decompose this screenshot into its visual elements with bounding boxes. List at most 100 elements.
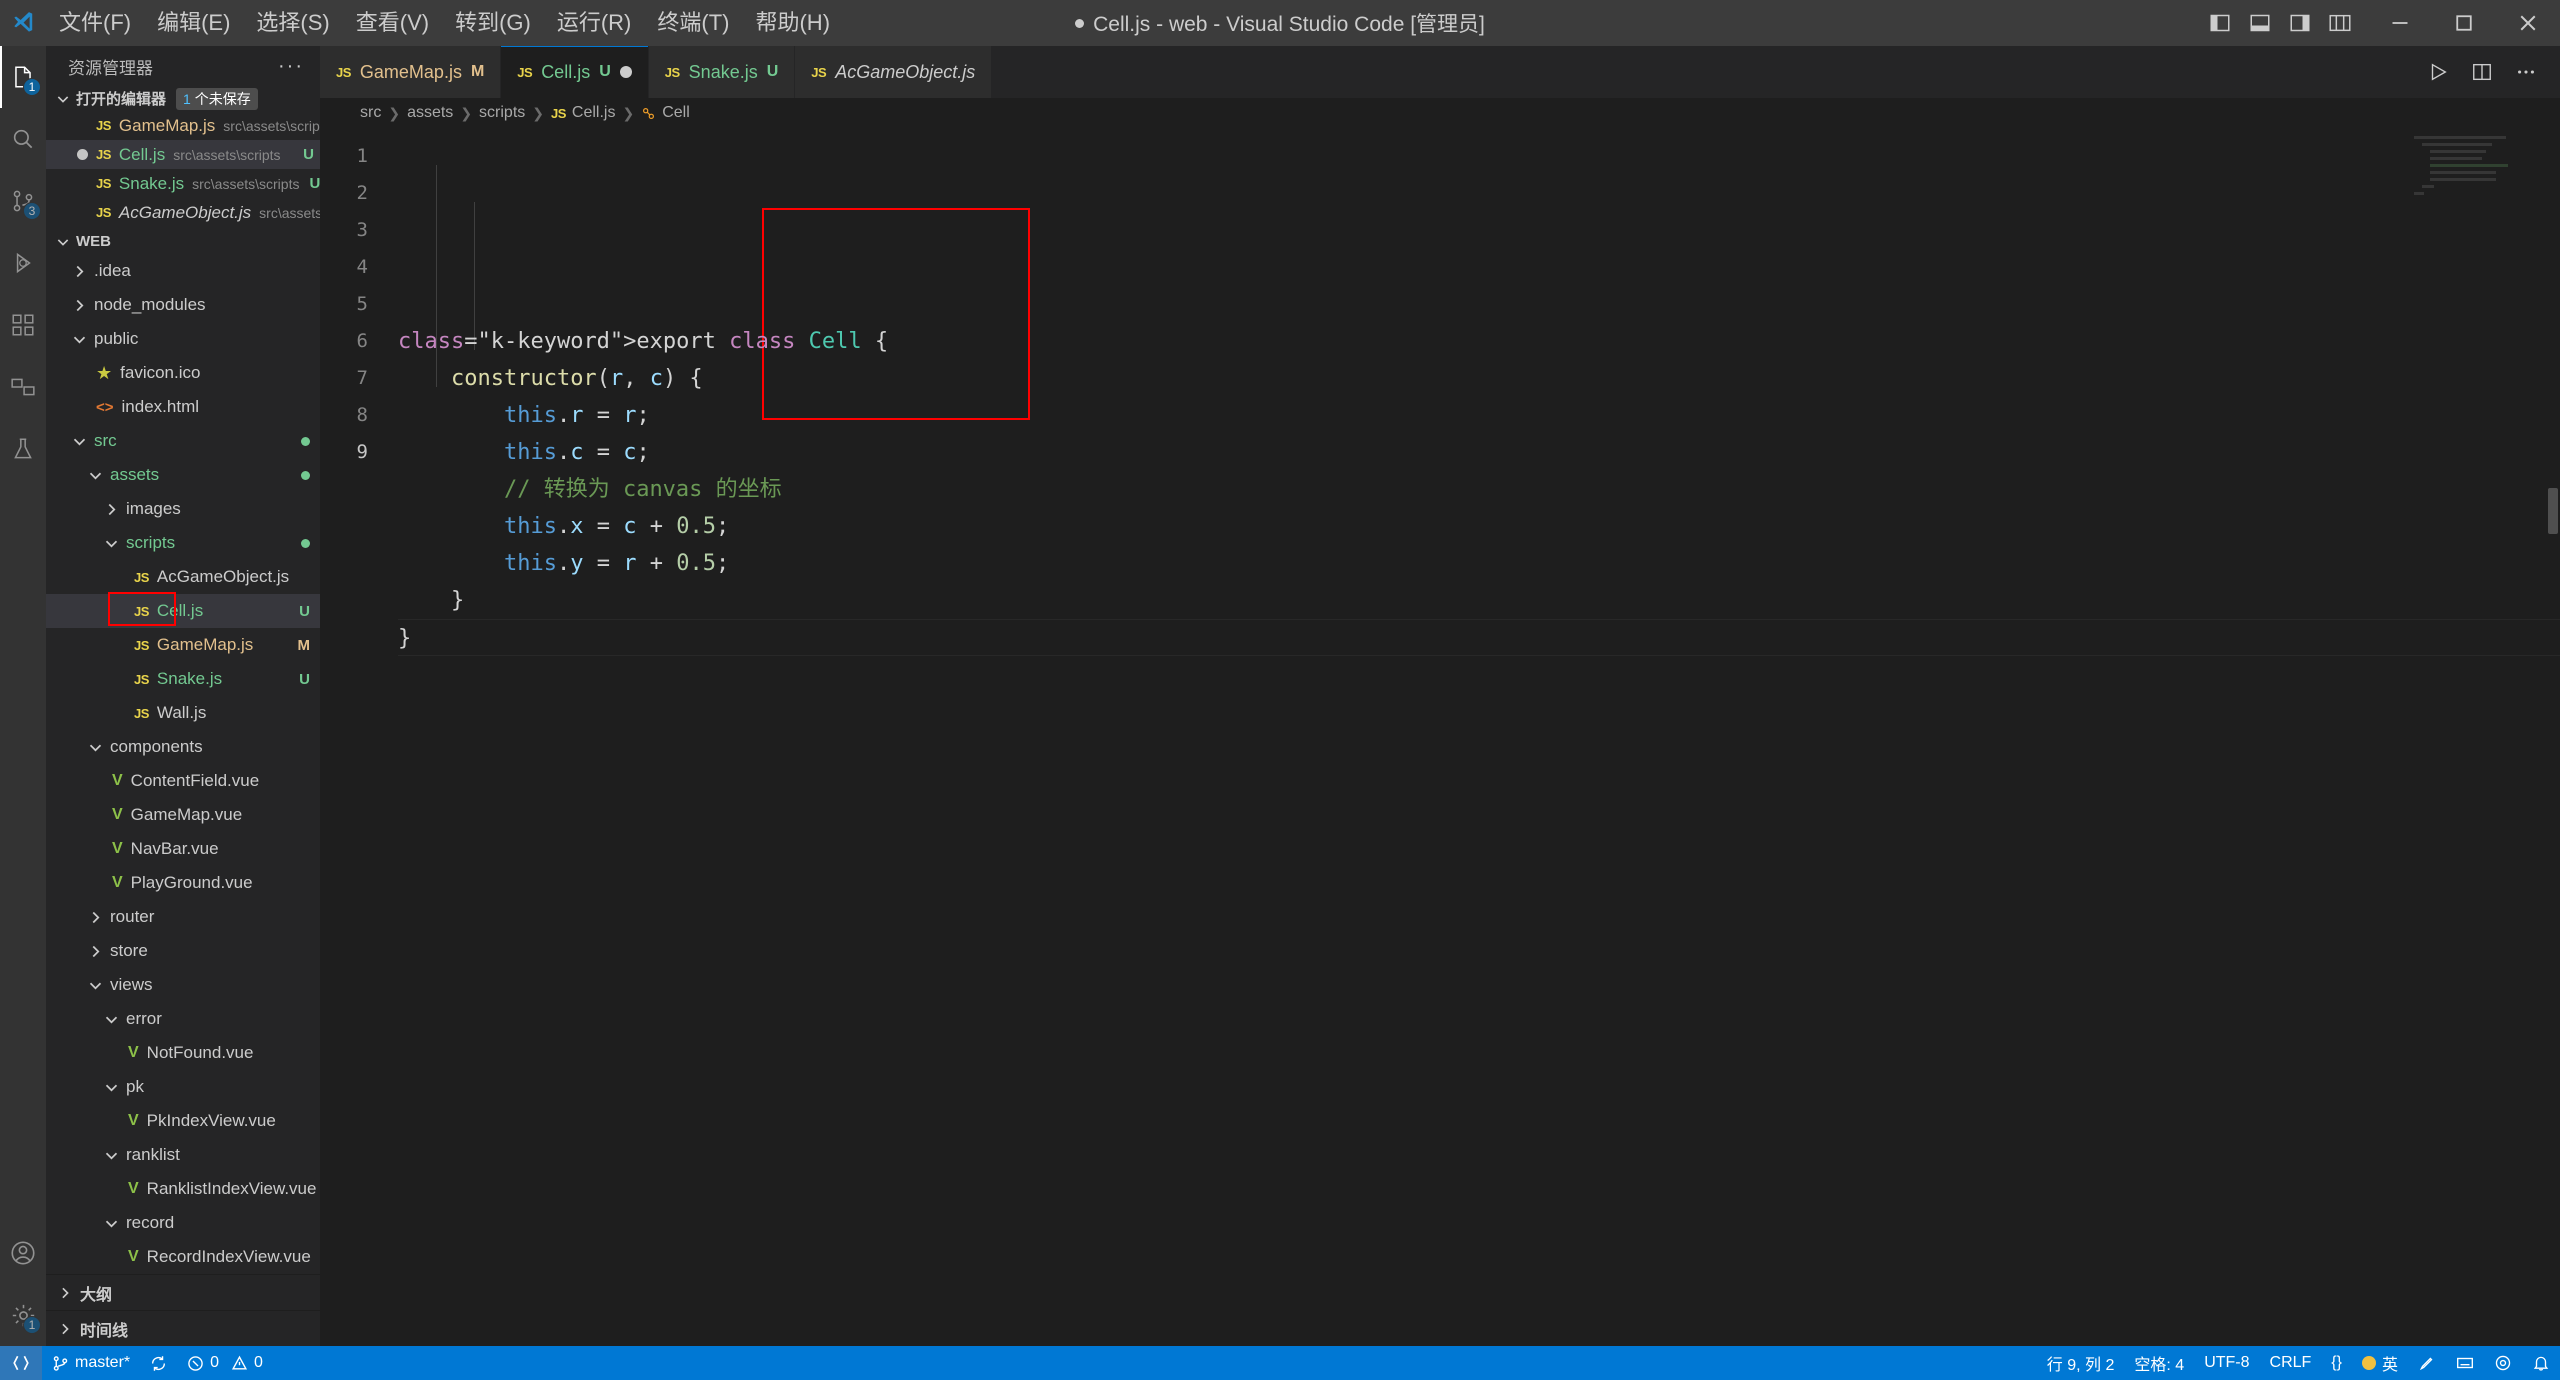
- dirty-dot-icon[interactable]: [46, 149, 96, 161]
- editor-tab-celljs[interactable]: JS Cell.js U: [501, 46, 649, 98]
- menu-go[interactable]: 转到(G): [442, 0, 544, 46]
- tree-item-celljs[interactable]: JS Cell.js U: [46, 594, 320, 629]
- code-line[interactable]: constructor(r, c) {: [398, 360, 2560, 397]
- tree-item-images[interactable]: images: [46, 492, 320, 526]
- notifications-bell-icon[interactable]: [2522, 1346, 2560, 1380]
- branch-indicator[interactable]: master*: [42, 1346, 140, 1380]
- menu-bar[interactable]: 文件(F) 编辑(E) 选择(S) 查看(V) 转到(G) 运行(R) 终端(T) 帮助(H): [46, 0, 843, 46]
- breadcrumb-item[interactable]: assets: [407, 104, 453, 122]
- code-line[interactable]: // 转换为 canvas 的坐标: [398, 471, 2560, 508]
- tree-item-src[interactable]: src: [46, 424, 320, 458]
- tree-item-indexhtml[interactable]: <> index.html: [46, 390, 320, 424]
- breadcrumb[interactable]: src ❯ assets ❯ scripts ❯ JS Cell.js ❯ Cell: [320, 98, 2560, 128]
- activity-manage-settings[interactable]: 1: [0, 1284, 46, 1346]
- editor-tab-snakejs[interactable]: JS Snake.js U: [648, 46, 796, 98]
- tree-item-record[interactable]: record: [46, 1206, 320, 1240]
- tree-item-snakejs[interactable]: JS Snake.js U: [46, 662, 320, 696]
- sync-indicator[interactable]: [140, 1346, 177, 1380]
- tree-item-assets[interactable]: assets: [46, 458, 320, 492]
- tree-item-ranklistindexviewvue[interactable]: V RanklistIndexView.vue: [46, 1172, 320, 1206]
- customize-layout-icon[interactable]: [2320, 0, 2360, 46]
- code-line[interactable]: class="k-keyword">export class Cell {: [398, 323, 2560, 360]
- tree-item-components[interactable]: components: [46, 730, 320, 764]
- eol[interactable]: CRLF: [2260, 1346, 2322, 1380]
- status-bar-right[interactable]: 行 9, 列 2 空格: 4 UTF-8 CRLF {} 英: [2037, 1346, 2560, 1380]
- ime-keyboard-icon[interactable]: [2446, 1346, 2484, 1380]
- code-line[interactable]: }: [398, 582, 2560, 619]
- encoding[interactable]: UTF-8: [2194, 1346, 2259, 1380]
- tree-item-views[interactable]: views: [46, 968, 320, 1002]
- breadcrumb-item[interactable]: src: [360, 104, 381, 122]
- minimize-button[interactable]: [2368, 0, 2432, 46]
- toggle-panel-icon[interactable]: [2240, 0, 2280, 46]
- language-mode[interactable]: {}: [2321, 1346, 2352, 1380]
- activity-remote-explorer[interactable]: [0, 356, 46, 418]
- open-editors-list[interactable]: JSGameMap.jssrc\assets\scriptsMJSCell.js…: [46, 111, 320, 227]
- menu-selection[interactable]: 选择(S): [243, 0, 342, 46]
- menu-file[interactable]: 文件(F): [46, 0, 144, 46]
- menu-run[interactable]: 运行(R): [544, 0, 645, 46]
- editor-scrollbar[interactable]: [2548, 488, 2558, 534]
- tree-item-nodemodules[interactable]: node_modules: [46, 288, 320, 322]
- tree-item-store[interactable]: store: [46, 934, 320, 968]
- activity-testing[interactable]: [0, 418, 46, 480]
- tree-item-gamemapjs[interactable]: JS GameMap.js M: [46, 628, 320, 662]
- editor-tab-acgameobjectjs[interactable]: JS AcGameObject.js: [795, 46, 993, 98]
- code-content[interactable]: class="k-keyword">export class Cell { co…: [382, 128, 2560, 1346]
- more-actions-icon[interactable]: [2506, 46, 2546, 98]
- close-button[interactable]: [2496, 0, 2560, 46]
- activity-accounts[interactable]: [0, 1222, 46, 1284]
- menu-edit[interactable]: 编辑(E): [144, 0, 243, 46]
- breadcrumb-item[interactable]: Cell: [641, 104, 690, 122]
- outline-section[interactable]: 大纲: [46, 1274, 320, 1310]
- activity-extensions[interactable]: [0, 294, 46, 356]
- project-header[interactable]: WEB: [46, 229, 320, 254]
- open-editors-header[interactable]: 打开的编辑器 1 个未保存: [46, 86, 320, 111]
- ime-handwriting-icon[interactable]: [2408, 1346, 2446, 1380]
- activity-search[interactable]: [0, 108, 46, 170]
- cursor-position[interactable]: 行 9, 列 2: [2037, 1346, 2125, 1380]
- tree-item-pkindexviewvue[interactable]: V PkIndexView.vue: [46, 1104, 320, 1138]
- status-bar[interactable]: master* 0 0 行 9, 列 2 空格: 4 UTF-8 CRLF {}…: [0, 1346, 2560, 1380]
- code-line[interactable]: this.x = c + 0.5;: [398, 508, 2560, 545]
- menu-terminal[interactable]: 终端(T): [644, 0, 742, 46]
- maximize-button[interactable]: [2432, 0, 2496, 46]
- tree-item-router[interactable]: router: [46, 900, 320, 934]
- tree-item-notfoundvue[interactable]: V NotFound.vue: [46, 1036, 320, 1070]
- activity-source-control[interactable]: 3: [0, 170, 46, 232]
- code-line[interactable]: this.c = c;: [398, 434, 2560, 471]
- tree-item-navbarvue[interactable]: V NavBar.vue: [46, 832, 320, 866]
- toggle-secondary-sidebar-icon[interactable]: [2280, 0, 2320, 46]
- tab-dirty-dot-icon[interactable]: [619, 66, 632, 78]
- code-line[interactable]: }: [398, 619, 2560, 656]
- problems-indicator[interactable]: 0 0: [177, 1346, 273, 1380]
- editor-tabs[interactable]: JS GameMap.js M JS Cell.js U JS Snake.js U JS AcGa…: [320, 46, 2560, 98]
- tree-item-faviconico[interactable]: ★ favicon.ico: [46, 356, 320, 390]
- open-editor-item[interactable]: JS AcGameObject.js src\assets\scripts: [46, 198, 320, 227]
- remote-indicator[interactable]: [0, 1346, 42, 1380]
- activity-run-debug[interactable]: [0, 232, 46, 294]
- file-tree[interactable]: .idea node_modules public ★ favicon.ico <> ind…: [46, 254, 320, 1274]
- window-controls[interactable]: [2200, 0, 2560, 46]
- run-code-icon[interactable]: [2418, 46, 2458, 98]
- ime-mode[interactable]: 英: [2352, 1346, 2408, 1380]
- open-editor-item[interactable]: JS Cell.js src\assets\scripts U: [46, 140, 320, 170]
- tree-item-contentfieldvue[interactable]: V ContentField.vue: [46, 764, 320, 798]
- timeline-section[interactable]: 时间线: [46, 1310, 320, 1346]
- editor-tab-actions[interactable]: [2418, 46, 2560, 98]
- layout-controls[interactable]: [2200, 0, 2368, 46]
- tree-item-playgroundvue[interactable]: V PlayGround.vue: [46, 866, 320, 900]
- open-editor-item[interactable]: JSGameMap.jssrc\assets\scriptsM: [46, 111, 320, 140]
- menu-help[interactable]: 帮助(H): [742, 0, 843, 46]
- tree-item-acgameobjectjs[interactable]: JS AcGameObject.js: [46, 560, 320, 594]
- activity-explorer[interactable]: 1: [0, 46, 46, 108]
- tree-item-walljs[interactable]: JS Wall.js: [46, 696, 320, 730]
- tree-item-scripts[interactable]: scripts: [46, 526, 320, 560]
- split-editor-icon[interactable]: [2462, 46, 2502, 98]
- indentation[interactable]: 空格: 4: [2124, 1346, 2194, 1380]
- tree-item-public[interactable]: public: [46, 322, 320, 356]
- open-editor-item[interactable]: JS Snake.js src\assets\scripts U: [46, 169, 320, 198]
- tree-item-idea[interactable]: .idea: [46, 254, 320, 288]
- tree-item-recordindexviewvue[interactable]: V RecordIndexView.vue: [46, 1240, 320, 1274]
- tree-item-ranklist[interactable]: ranklist: [46, 1138, 320, 1172]
